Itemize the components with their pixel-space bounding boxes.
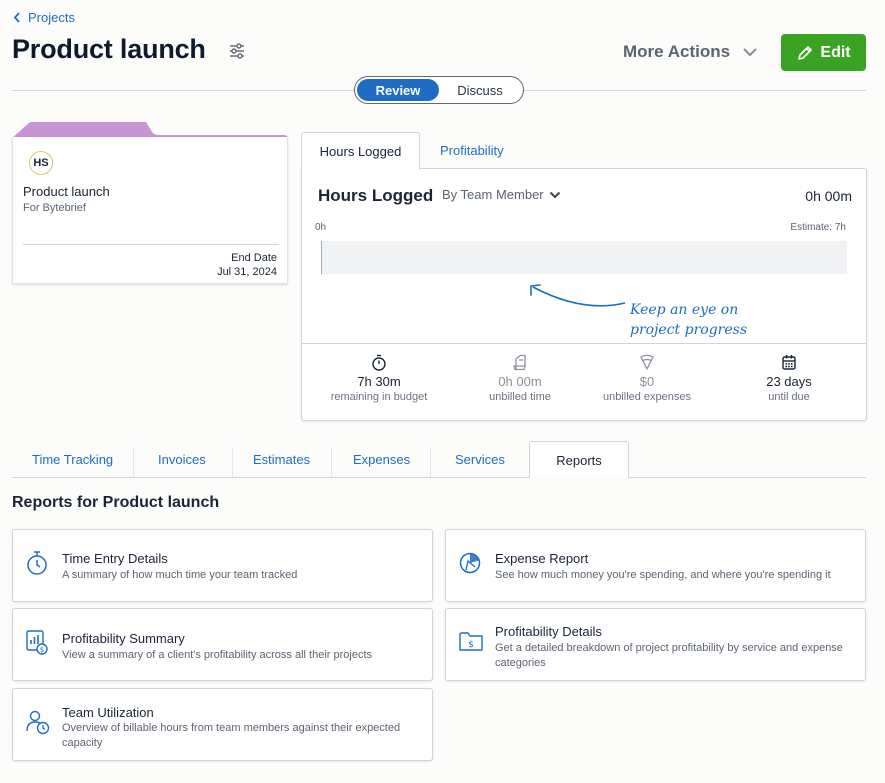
scale-start-label: 0h [315,222,327,233]
hours-progress-bar [321,241,847,274]
dropdown-label: By Team Member [442,187,544,202]
report-description: See how much money you're spending, and … [495,569,831,581]
tab-invoices[interactable]: Invoices [158,452,206,467]
report-description: A summary of how much time your team tra… [62,569,298,581]
more-actions-dropdown[interactable]: More Actions [623,42,758,62]
tab-profitability[interactable]: Profitability [440,143,504,158]
stats-divider [302,343,866,344]
invoice-icon [513,354,526,371]
breadcrumb[interactable]: Projects [13,10,75,25]
folder-dollar-icon: $ [459,632,483,651]
report-title: Time Entry Details [62,551,168,566]
chevron-down-icon [549,191,560,198]
tab-expenses[interactable]: Expenses [353,452,410,467]
chevron-left-icon [13,12,20,23]
stat-unbilled-expenses: $0 unbilled expenses [577,354,717,403]
tab-separator [430,447,431,477]
pencil-icon [798,45,813,60]
report-card-time-entry-details[interactable]: Time Entry Details A summary of how much… [12,529,433,602]
sliders-icon[interactable] [228,42,246,60]
toggle-discuss[interactable]: Discuss [439,79,521,101]
stopwatch-icon [27,551,47,575]
tab-time-tracking[interactable]: Time Tracking [32,452,113,467]
team-member-dropdown[interactable]: By Team Member [442,187,561,202]
tab-separator [331,447,332,477]
tab-reports[interactable]: Reports [529,441,629,478]
toggle-review[interactable]: Review [357,79,439,101]
report-title: Expense Report [495,551,589,566]
team-clock-icon [26,710,50,735]
tab-separator [232,447,233,477]
svg-text:$: $ [468,640,474,650]
tab-hours-logged[interactable]: Hours Logged [301,132,420,170]
report-description: Overview of billable hours from team mem… [62,722,401,749]
chevron-down-icon [743,48,757,57]
hours-total: 0h 00m [805,188,852,204]
edit-button-label: Edit [820,43,851,61]
report-card-expense-report[interactable]: Expense Report See how much money you're… [445,529,866,602]
reports-section-title: Reports for Product launch [12,494,220,511]
stat-label: until due [768,391,810,403]
stat-until-due: 23 days until due [719,354,859,403]
stat-unbilled-time: 0h 00m unbilled time [450,354,590,403]
hours-logged-title: Hours Logged [318,186,434,205]
tab-separator [133,447,134,477]
curved-arrow-icon [530,284,626,307]
hint-line-2: project progress [630,322,748,338]
receipt-icon [640,354,654,370]
hint-line-1: Keep an eye on [630,302,739,318]
avatar: HS [29,151,53,175]
edit-button[interactable]: Edit [781,34,866,71]
breadcrumb-projects-link[interactable]: Projects [28,10,75,25]
stat-label: unbilled expenses [602,391,692,403]
stat-value: 23 days [766,374,812,389]
report-title: Profitability Details [495,624,602,639]
stat-remaining-budget: 7h 30m remaining in budget [309,354,449,403]
tab-services[interactable]: Services [455,452,505,467]
report-title: Team Utilization [62,705,154,720]
expense-pie-icon [459,552,481,574]
project-client: For Bytebrief [23,202,86,214]
report-card-profitability-details[interactable]: $ Profitability Details Get a detailed b… [445,608,866,681]
project-card[interactable]: HS Product launch For Bytebrief End Date… [12,137,288,284]
stat-value: $0 [639,374,655,389]
tabs-baseline [12,477,866,478]
more-actions-label: More Actions [623,42,731,61]
report-card-profitability-summary[interactable]: $ Profitability Summary View a summary o… [12,608,433,681]
report-card-team-utilization[interactable]: Team Utilization Overview of billable ho… [12,688,433,761]
tab-estimates[interactable]: Estimates [253,452,310,467]
review-discuss-toggle[interactable]: Review Discuss [354,76,524,104]
stat-value: 7h 30m [357,374,401,389]
stat-value: 0h 00m [498,374,542,389]
stat-label: unbilled time [489,391,551,403]
page-title: Product launch [12,34,206,64]
end-date-value: Jul 31, 2024 [217,266,277,278]
card-divider [23,244,279,245]
progress-hint: Keep an eye on project progress [630,300,747,340]
estimate-label: Estimate: 7h [790,222,846,233]
stopwatch-icon [372,354,386,371]
report-title: Profitability Summary [62,631,185,646]
report-description: Get a detailed breakdown of project prof… [495,642,843,669]
chart-dollar-icon: $ [26,630,48,655]
report-description: View a summary of a client's profitabili… [62,649,373,661]
svg-text:$: $ [40,646,44,654]
hours-logged-panel: Hours Logged By Team Member 0h 00m 0h Es… [301,168,867,421]
stat-label: remaining in budget [330,391,428,403]
project-name: Product launch [23,184,110,199]
calendar-icon [782,355,796,370]
end-date-label: End Date [231,252,277,264]
